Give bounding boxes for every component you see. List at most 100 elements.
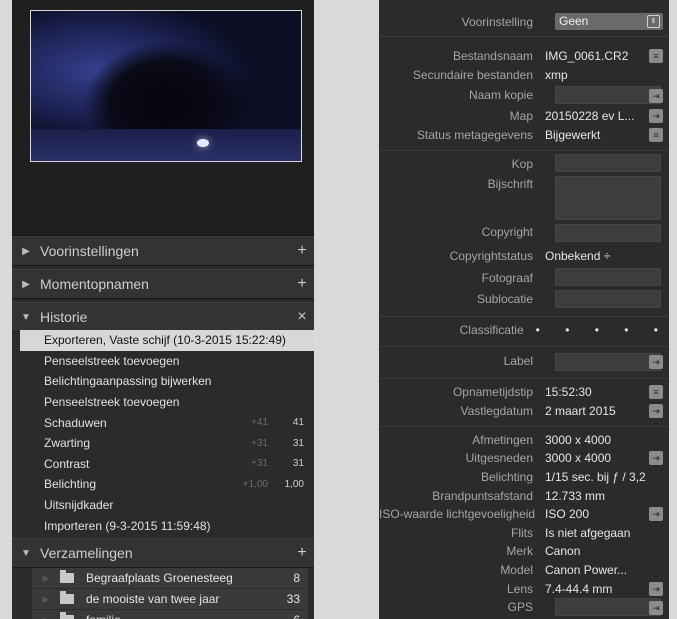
history-item-name: Belichtingaanpassing bijwerken <box>44 374 212 389</box>
field-label: Fotograaf <box>481 270 533 285</box>
field-value: Canon <box>545 543 581 558</box>
metadata-row-copyrightstatus: Copyrightstatus Onbekend ÷ <box>379 246 669 265</box>
preset-value: Geen <box>559 14 589 28</box>
history-item[interactable]: Belichting +1,00 1,00 <box>12 474 314 495</box>
history-item-name: Penseelstreek toevoegen <box>44 353 180 368</box>
collection-item[interactable]: ▶ Begraafplaats Groenesteeg 8 <box>32 568 308 589</box>
navigator-panel <box>12 0 314 236</box>
collection-count: 33 <box>286 592 300 606</box>
photographer-input[interactable] <box>555 268 661 286</box>
collection-item[interactable]: ▶ de mooiste van twee jaar 33 <box>32 589 308 610</box>
gps-input[interactable] <box>555 598 661 616</box>
preview-floor <box>31 129 301 161</box>
arrow-button-icon[interactable]: ⇥ <box>649 89 663 103</box>
arrow-button-icon[interactable]: ⇥ <box>649 601 663 615</box>
clear-history-close-icon[interactable]: × <box>290 308 314 326</box>
field-label: Opnametijdstip <box>452 384 533 399</box>
history-item-delta: +31 <box>251 458 268 470</box>
rating-stars[interactable]: • • • • • <box>536 323 669 337</box>
section-momentopnamen[interactable]: ▶ Momentopnamen + <box>12 269 314 299</box>
section-label: Verzamelingen <box>40 545 133 561</box>
divider <box>379 378 669 379</box>
arrow-button-icon[interactable]: ⇥ <box>649 451 663 465</box>
add-preset-plus-icon[interactable]: + <box>290 242 314 260</box>
arrow-button-icon[interactable]: ⇥ <box>649 582 663 596</box>
preview-light <box>197 139 209 147</box>
metadata-row-model: Model Canon Power... <box>379 560 669 579</box>
divider <box>379 36 669 37</box>
field-label: Afmetingen <box>472 432 533 447</box>
metadata-row-belichting: Belichting 1/15 sec. bij ƒ / 3,2 <box>379 467 669 486</box>
expand-icon[interactable]: ▶ <box>32 573 60 584</box>
history-item-name: Belichting <box>44 477 97 492</box>
field-label: Merk <box>506 543 533 558</box>
section-voorinstellingen[interactable]: ▶ Voorinstellingen + <box>12 236 314 266</box>
history-item[interactable]: Uitsnijdkader <box>12 494 314 516</box>
collection-item[interactable]: ▶ familie 6 <box>32 610 308 619</box>
history-item[interactable]: Belichtingaanpassing bijwerken <box>12 371 314 392</box>
field-value: Is niet afgegaan <box>545 525 631 540</box>
history-item[interactable]: Contrast +31 31 <box>12 453 314 475</box>
collapse-icon: ▼ <box>21 547 31 559</box>
divider <box>379 150 669 151</box>
copy-name-input[interactable] <box>555 86 661 104</box>
metadata-row-status: Status metagegevens Bijgewerkt <box>379 125 669 144</box>
arrow-button-icon[interactable]: ⇥ <box>649 507 663 521</box>
history-item[interactable]: Penseelstreek toevoegen <box>12 391 314 413</box>
field-label: Uitgesneden <box>465 450 533 465</box>
list-button-icon[interactable]: ≡ <box>649 385 663 399</box>
history-item[interactable]: Importeren (9-3-2015 11:59:48) <box>12 515 314 536</box>
section-label: Momentopnamen <box>40 276 149 292</box>
history-item-delta: +31 <box>251 437 268 449</box>
preset-select[interactable]: Geen ⇕ <box>555 13 663 30</box>
metadata-row-flits: Flits Is niet afgegaan <box>379 523 669 542</box>
field-label: Sublocatie <box>476 291 533 306</box>
copyright-status-select[interactable]: Onbekend ÷ <box>545 249 669 263</box>
add-snapshot-plus-icon[interactable]: + <box>290 275 314 293</box>
list-button-icon[interactable]: ≡ <box>649 128 663 142</box>
collection-name: Begraafplaats Groenesteeg <box>86 571 233 585</box>
list-button-icon[interactable]: ≡ <box>649 49 663 63</box>
headline-input[interactable] <box>555 154 661 172</box>
field-label: Flits <box>511 525 533 540</box>
label-input[interactable] <box>555 353 661 371</box>
arrow-button-icon[interactable]: ⇥ <box>649 109 663 123</box>
history-item[interactable]: Schaduwen +41 41 <box>12 412 314 433</box>
metadata-row-brandpunt: Brandpuntsafstand 12.733 mm <box>379 486 669 505</box>
history-item[interactable]: Exporteren, Vaste schijf (10-3-2015 15:2… <box>20 330 314 351</box>
metadata-row-secundaire: Secundaire bestanden xmp <box>379 65 669 84</box>
section-label: Voorinstellingen <box>40 243 139 259</box>
metadata-row-classificatie: Classificatie • • • • • <box>379 320 669 339</box>
metadata-row-uitgesneden: Uitgesneden 3000 x 4000 <box>379 448 669 467</box>
field-label: Model <box>500 562 533 577</box>
metadata-row-lens: Lens 7.4-44.4 mm <box>379 579 669 598</box>
history-item-name: Penseelstreek toevoegen <box>44 395 180 410</box>
field-value: xmp <box>545 67 568 82</box>
history-item-value: 1,00 <box>284 478 304 490</box>
field-label: Lens <box>506 581 533 596</box>
copyright-input[interactable] <box>555 224 661 242</box>
image-preview[interactable] <box>30 10 302 162</box>
caption-textarea[interactable] <box>555 176 661 220</box>
history-item[interactable]: Penseelstreek toevoegen <box>12 350 314 372</box>
section-historie[interactable]: ▼ Historie × <box>12 302 314 332</box>
sublocation-input[interactable] <box>555 290 661 308</box>
metadata-row-merk: Merk Canon <box>379 541 669 560</box>
folder-icon <box>60 612 74 619</box>
field-value: 1/15 sec. bij ƒ / 3,2 <box>545 469 646 484</box>
section-verzamelingen[interactable]: ▼ Verzamelingen + <box>12 538 314 568</box>
metadata-panel: Voorinstelling Geen ⇕ Bestandsnaam IMG_0… <box>379 0 669 619</box>
add-collection-plus-icon[interactable]: + <box>290 544 314 562</box>
collections-list: ▶ Begraafplaats Groenesteeg 8 ▶ de moois… <box>12 568 314 619</box>
history-item[interactable]: Zwarting +31 31 <box>12 432 314 454</box>
field-label: Secundaire bestanden <box>412 67 533 82</box>
folder-icon <box>60 570 74 583</box>
expand-icon[interactable]: ▶ <box>32 594 60 605</box>
field-label: Label <box>503 353 533 368</box>
arrow-button-icon[interactable]: ⇥ <box>649 355 663 369</box>
field-value: 12.733 mm <box>545 488 606 503</box>
arrow-button-icon[interactable]: ⇥ <box>649 404 663 418</box>
select-arrow-icon: ⇕ <box>647 15 660 28</box>
expand-icon[interactable]: ▶ <box>32 615 60 619</box>
collection-name: de mooiste van twee jaar <box>86 592 220 606</box>
